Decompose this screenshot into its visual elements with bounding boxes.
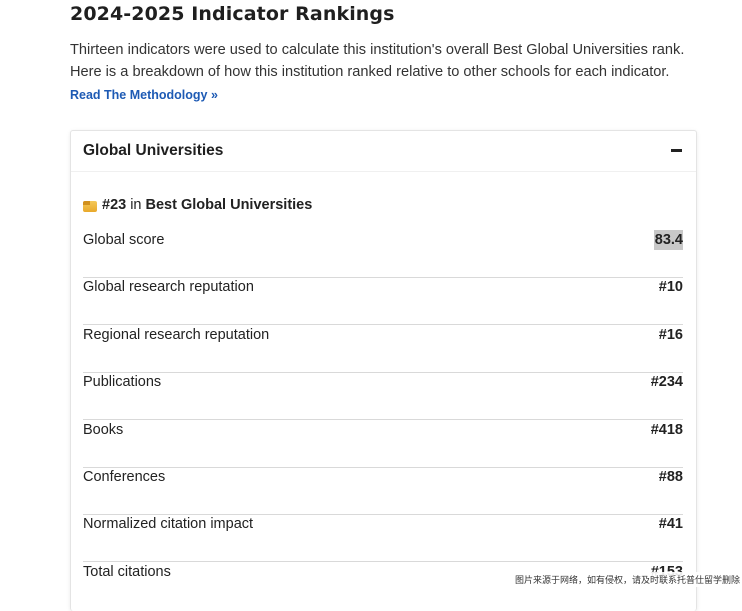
- indicator-value: #88: [658, 469, 683, 485]
- intro-text: Thirteen indicators were used to calcula…: [70, 39, 710, 83]
- rank-in-text: in: [130, 197, 142, 213]
- minus-icon[interactable]: [671, 149, 682, 152]
- indicator-label: Regional research reputation: [83, 327, 270, 343]
- image-source-watermark: 图片来源于网络，如有侵权，请及时联系托普仕留学删除: [512, 572, 742, 587]
- card-header[interactable]: Global Universities: [71, 131, 696, 172]
- indicator-label: Books: [83, 422, 124, 438]
- medal-icon: [83, 200, 97, 212]
- global-universities-card: Global Universities #23 in Best Global U…: [70, 130, 697, 611]
- indicator-row-publications: Publications #234: [83, 372, 683, 420]
- indicator-label: Publications: [83, 374, 162, 390]
- indicator-row-global-research-reputation: Global research reputation #10: [83, 277, 683, 325]
- indicator-value: #418: [650, 422, 683, 438]
- rank-list-name: Best Global Universities: [145, 197, 313, 213]
- overall-rank: #23 in Best Global Universities: [83, 197, 312, 213]
- indicator-label: Conferences: [83, 469, 166, 485]
- intro-line-1: Thirteen indicators were used to calcula…: [70, 42, 685, 58]
- indicator-label: Normalized citation impact: [83, 516, 254, 532]
- indicator-value: #234: [650, 374, 683, 390]
- indicator-value: #16: [658, 327, 683, 343]
- section-title: 2024-2025 Indicator Rankings: [70, 3, 395, 25]
- indicator-label: Global score: [83, 232, 165, 248]
- read-methodology-link[interactable]: Read The Methodology »: [70, 88, 218, 102]
- rank-number: #23: [102, 197, 127, 213]
- indicator-value: 83.4: [653, 230, 683, 250]
- indicator-label: Total citations: [83, 564, 171, 580]
- indicator-value: #10: [658, 279, 683, 295]
- indicator-row-global-score: Global score 83.4: [83, 230, 683, 278]
- indicator-row-normalized-citation-impact: Normalized citation impact #41: [83, 514, 683, 562]
- card-title: Global Universities: [83, 142, 224, 159]
- indicator-value: #41: [658, 516, 683, 532]
- indicator-label: Global research reputation: [83, 279, 254, 295]
- intro-line-2: Here is a breakdown of how this institut…: [70, 64, 670, 80]
- indicator-row-books: Books #418: [83, 420, 683, 468]
- indicator-row-conferences: Conferences #88: [83, 467, 683, 515]
- indicator-row-regional-research-reputation: Regional research reputation #16: [83, 325, 683, 373]
